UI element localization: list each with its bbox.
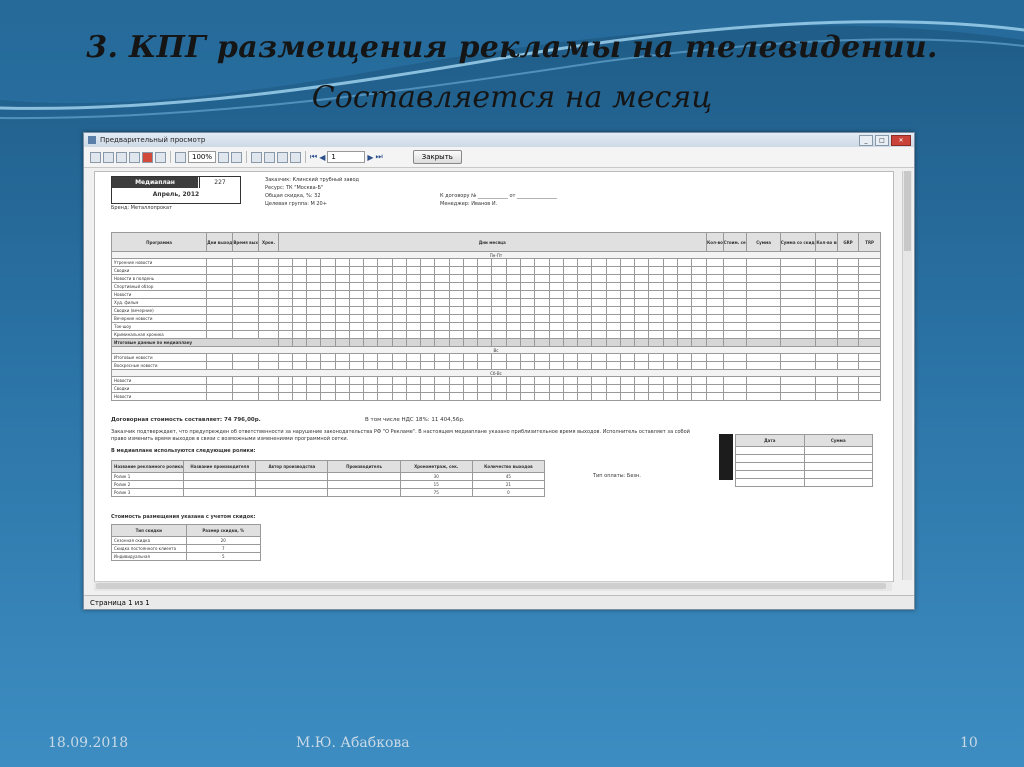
table-row: Новости — [110, 376, 881, 385]
separator — [246, 151, 248, 163]
table-row — [735, 446, 873, 455]
zoom-in-icon[interactable] — [218, 151, 230, 163]
brand-line: Бренд: Металлопрокат — [111, 205, 172, 211]
window-title: Предварительный просмотр — [100, 136, 206, 144]
target-group-line: Целевая группа: М 20+ — [265, 201, 327, 207]
app-icon — [88, 136, 96, 144]
zoom-select[interactable]: 100% — [188, 151, 217, 163]
table-row: Ролик 3 75 0 — [110, 488, 546, 497]
mediaplan-header: Медиаплан 227 Апрель, 2012 — [111, 176, 241, 204]
table-row: Утренние новости — [110, 258, 881, 267]
customer-line: Заказчик: Клинский трубный завод — [265, 177, 360, 183]
page-input[interactable]: 1 — [327, 151, 366, 163]
table-row: Сезонная скидка 20 — [111, 536, 261, 545]
footer-date: 18.09.2018 — [48, 735, 129, 751]
table-row — [735, 454, 873, 463]
preview-window: Предварительный просмотр _ □ ✕ 100% ⏮ ◀ … — [83, 132, 915, 610]
next-page-icon[interactable]: ▶ — [367, 153, 373, 162]
table-row: Криминальная хроника — [110, 330, 881, 339]
table-row — [735, 478, 873, 487]
separator — [305, 151, 307, 163]
discounts-table: Тип скидки Размер скидки, % Сезонная скидк… — [111, 524, 261, 561]
export-icon[interactable] — [129, 151, 140, 163]
footer-author: М.Ю. Абабкова — [296, 735, 410, 751]
grid-section-row: Пн-Пт — [111, 251, 881, 259]
mediaplan-grid: ПрограммаДни выходаВремя выходаХрон.Дни … — [110, 232, 881, 401]
table-row: Скидка постоянного клиента 7 — [111, 544, 261, 553]
status-bar: Страница 1 из 1 — [84, 595, 914, 609]
footer-page: 10 — [960, 735, 978, 751]
table-header-row: Название рекламного ролика Название произ… — [110, 460, 546, 473]
table-row: Воскресные новости — [110, 361, 881, 370]
table-row: Индивидуальная 5 — [111, 552, 261, 561]
table-row: Новости — [110, 290, 881, 299]
mediaplan-label: Медиаплан — [112, 177, 198, 188]
table-row: Сводки — [110, 384, 881, 393]
maximize-button[interactable]: □ — [875, 135, 889, 146]
mediaplan-number: 227 — [199, 177, 240, 188]
table-header-row: Тип скидки Размер скидки, % — [111, 524, 261, 537]
resource-line: Ресурс: ТК "Москва-Б" — [265, 185, 324, 191]
table-row: Ролик 1 30 45 — [110, 472, 546, 481]
save-icon[interactable] — [116, 151, 127, 163]
slide-title: 3. КПГ размещения рекламы на телевидении… — [86, 30, 938, 65]
minimize-button[interactable]: _ — [859, 135, 873, 146]
prev-page-icon[interactable]: ◀ — [319, 153, 325, 162]
page-setup-icon[interactable] — [251, 151, 263, 163]
slide-subtitle: Составляется на месяц — [311, 80, 713, 115]
last-page-icon[interactable]: ⏭ — [376, 152, 383, 162]
close-window-button[interactable]: ✕ — [891, 135, 911, 146]
manager-line: Менеджер: Иванов И. — [440, 201, 498, 207]
horizontal-scrollbar[interactable] — [94, 581, 892, 591]
rolls-table: Название рекламного ролика Название произ… — [110, 460, 546, 497]
contract-cost: Договорная стоимость составляет: 74 796,… — [111, 417, 261, 423]
table-row: Вечерние новости — [110, 314, 881, 323]
table-row: Новости в полдень — [110, 274, 881, 283]
multi-page-icon[interactable] — [277, 151, 289, 163]
grid-total-row: Итоговые данные по медиаплану — [111, 338, 881, 347]
pdf-icon[interactable] — [142, 151, 153, 163]
dates-table: Дата Сумма — [735, 434, 873, 487]
print-icon[interactable] — [90, 151, 101, 163]
grid-header-row: ПрограммаДни выходаВремя выходаХрон.Дни … — [110, 232, 881, 252]
table-row: Итоговые новости — [110, 353, 881, 362]
rolls-title: В медиаплане используются следующие роли… — [111, 448, 256, 454]
find-icon[interactable] — [155, 151, 166, 163]
table-row: Сводки — [110, 266, 881, 275]
first-page-icon[interactable]: ⏮ — [310, 152, 317, 162]
toolbar: 100% ⏮ ◀ 1 ▶ ⏭ Закрыть — [84, 147, 914, 168]
discount-line: Общая скидка, %: 32 — [265, 193, 321, 199]
zoom-out-icon[interactable] — [231, 151, 243, 163]
close-button[interactable]: Закрыть — [412, 150, 462, 164]
table-row: Ролик 2 15 21 — [110, 480, 546, 489]
contract-line: К договору № ____________ от ___________… — [440, 193, 558, 199]
edit-icon[interactable] — [290, 151, 302, 163]
table-row: Спортивный обзор — [110, 282, 881, 291]
table-header-row: Дата Сумма — [735, 434, 873, 447]
table-row: Новости — [110, 392, 881, 401]
vat-line: В том числе НДС 18%: 11 404,56р. — [365, 417, 465, 423]
table-row: Сводки (вечерние) — [110, 306, 881, 315]
table-row — [735, 462, 873, 471]
table-row — [735, 470, 873, 479]
single-page-icon[interactable] — [264, 151, 276, 163]
payment-type: Тип оплаты: Безн. — [593, 473, 641, 479]
report-page: Медиаплан 227 Апрель, 2012 Бренд: Металл… — [94, 171, 894, 582]
table-row: Худ. фильм — [110, 298, 881, 307]
vertical-label-block — [719, 434, 733, 480]
decorative-swoosh — [0, 0, 1024, 120]
grid-section-row: Вс — [111, 346, 881, 354]
separator — [170, 151, 171, 163]
notice-text: Заказчик подтверждает, что предупрежден … — [111, 429, 690, 442]
mediaplan-month: Апрель, 2012 — [152, 191, 200, 198]
discounts-title: Стоимость размещения указана с учетом ск… — [111, 514, 256, 520]
window-titlebar: Предварительный просмотр _ □ ✕ — [84, 133, 914, 147]
grid-section-row: Сб-Вс — [111, 369, 881, 377]
vertical-scrollbar[interactable] — [902, 171, 912, 580]
zoom-icon[interactable] — [175, 151, 186, 163]
table-row: Ток-шоу — [110, 322, 881, 331]
open-icon[interactable] — [103, 151, 114, 163]
